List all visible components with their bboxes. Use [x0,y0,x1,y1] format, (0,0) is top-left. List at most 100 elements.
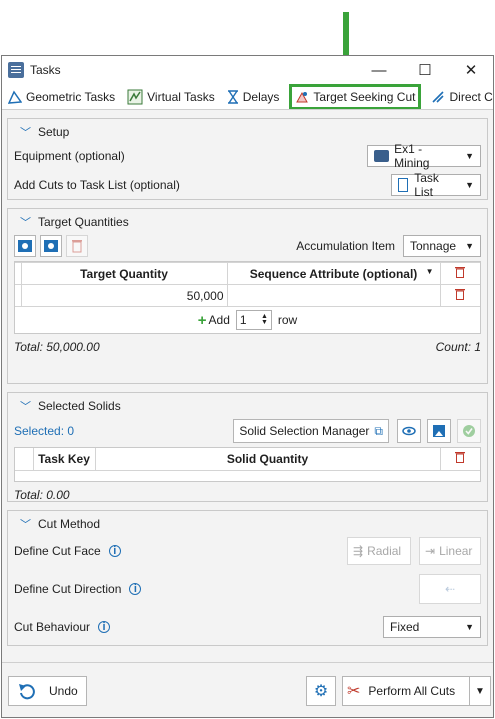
task-list-dropdown[interactable]: Task List ▼ [391,171,481,199]
accumulation-dropdown[interactable]: Tonnage ▼ [403,235,481,257]
delete-column-header [439,262,480,285]
target-cell[interactable]: 50,000 [20,284,228,307]
chevron-down-icon: ﹀ [20,401,31,413]
perform-label: Perform All Cuts [368,684,456,698]
section-title: Selected Solids [38,399,121,413]
undo-label: Undo [49,684,78,698]
target-quantities-grid: Target Quantity Sequence Attribute (opti… [14,261,481,334]
sequence-cell[interactable] [226,284,441,307]
trash-icon[interactable] [455,266,466,278]
add-rows-bar: + Add 1 ▲ ▼ row [15,307,480,333]
footer-bar: Undo ⚙ ✂ Perform All Cuts ▼ [2,662,493,717]
equipment-label: Equipment (optional) [14,149,125,163]
hourglass-icon [227,89,238,104]
perform-all-cuts-button[interactable]: ✂ Perform All Cuts [342,676,470,706]
delete-row-cell [439,284,480,307]
close-button[interactable]: ✕ [448,56,494,84]
tab-direct-cut[interactable]: Direct Cut [425,85,493,109]
info-icon[interactable]: i [98,621,111,633]
export-icon[interactable] [40,235,62,257]
cut-behaviour-value: Fixed [390,620,420,634]
column-header-target[interactable]: Target Quantity [20,262,228,285]
add-label: Add [208,313,230,327]
column-header-solid-quantity[interactable]: Solid Quantity [94,448,441,471]
tasks-app-icon [8,62,24,78]
caret-down-icon: ▼ [465,180,474,190]
settings-button[interactable]: ⚙ [306,676,336,706]
target-quantities-section: ﹀ Target Quantities Accumulation Item To… [7,208,488,384]
maximize-button[interactable]: ☐ [402,56,448,84]
delete-column-header [439,448,480,471]
tab-virtual-tasks[interactable]: Virtual Tasks [121,85,221,109]
cut-method-header[interactable]: ﹀ Cut Method [14,515,481,533]
linear-icon: ⇥ [425,544,436,558]
eye-icon[interactable] [397,419,421,443]
minimize-button[interactable]: — [356,56,402,84]
direction-arrows-icon: ⇠ [444,582,456,596]
external-link-icon: ⧉ [374,423,383,438]
accumulation-value: Tonnage [410,239,457,253]
chevron-down-icon: ﹀ [20,217,31,229]
cut-direction-button[interactable]: ⇠ [419,574,481,604]
import-icon[interactable] [14,235,36,257]
selected-solids-header[interactable]: ﹀ Selected Solids [14,397,481,415]
clear-icon[interactable] [66,235,88,257]
setup-header[interactable]: ﹀ Setup [14,123,481,141]
task-list-value: Task List [414,171,439,199]
task-list-icon [398,178,409,192]
table-row[interactable]: 50,000 [15,284,480,307]
radial-button[interactable]: ⇶ Radial [347,537,411,565]
spinner-arrows-icon: ▲ ▼ [260,313,268,326]
add-rows-button[interactable]: + Add [198,312,230,329]
equipment-value: Ex1 - Mining [394,142,430,170]
chevron-down-icon: ﹀ [20,127,31,139]
cut-method-section: ﹀ Cut Method Define Cut Face i ⇶ Radial … [7,510,488,646]
table-header-row: Target Quantity Sequence Attribute (opti… [15,262,480,285]
caret-down-icon: ▼ [465,241,474,251]
info-icon[interactable]: i [108,545,121,557]
excavator-icon [374,150,390,162]
target-seeking-cut-icon [296,91,309,102]
target-totals: Total: 50,000.00 Count: 1 [14,340,481,354]
equipment-dropdown[interactable]: Ex1 - Mining ▼ [367,142,481,170]
caret-down-icon: ▼ [465,151,474,161]
trash-icon[interactable] [455,288,466,300]
bookmark-view-icon[interactable] [427,419,451,443]
scissors-icon: ✂ [347,683,361,700]
solids-grid: Task Key Solid Quantity [14,447,481,482]
section-title: Target Quantities [38,215,129,229]
undo-button[interactable]: Undo [8,676,87,706]
linear-button[interactable]: ⇥ Linear [419,537,481,565]
cut-face-label: Define Cut Face [14,544,101,558]
caret-down-icon: ▼ [465,622,474,632]
title-bar: Tasks — ☐ ✕ [2,56,493,84]
selected-count-link[interactable]: Selected: 0 [14,424,74,438]
section-title: Setup [38,125,70,139]
tab-label: Direct Cut [449,89,493,104]
row-count-spinner[interactable]: 1 ▲ ▼ [235,310,272,330]
caret-down-icon: ▼ [475,685,485,697]
tab-label: Delays [242,89,280,104]
geometric-tasks-icon [8,89,22,104]
trash-icon[interactable] [455,451,466,464]
check-icon[interactable] [457,419,481,443]
cut-direction-label: Define Cut Direction [14,582,122,596]
tab-label: Virtual Tasks [147,89,215,104]
perform-options-dropdown[interactable]: ▼ [469,676,491,706]
sequence-header-label: Sequence Attribute (optional) [249,266,418,281]
target-quantities-header[interactable]: ﹀ Target Quantities [14,213,481,231]
column-header-sequence[interactable]: Sequence Attribute (optional) ▼ [226,262,441,285]
tab-delays[interactable]: Delays [221,85,286,109]
tab-label: Target Seeking Cut [313,89,416,104]
window-title: Tasks [30,63,61,77]
target-count: Count: 1 [435,340,481,354]
tab-geometric-tasks[interactable]: Geometric Tasks [2,85,121,109]
solid-selection-manager-button[interactable]: Solid Selection Manager ⧉ [233,419,389,443]
tab-target-seeking-cut[interactable]: Target Seeking Cut [289,84,422,109]
cut-behaviour-dropdown[interactable]: Fixed ▼ [383,616,481,638]
row-header-cell [15,448,34,471]
linear-label: Linear [439,544,473,558]
column-header-task-key[interactable]: Task Key [32,448,96,471]
row-count-value: 1 [239,313,247,327]
info-icon[interactable]: i [129,583,142,595]
